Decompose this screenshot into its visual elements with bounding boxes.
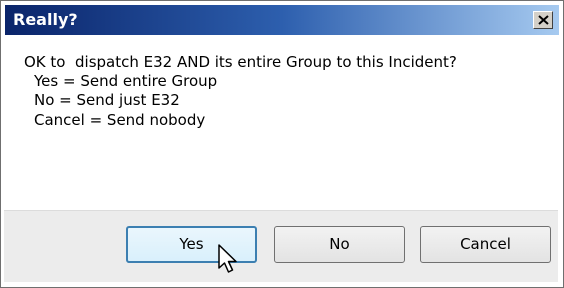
title-bar[interactable]: Really? — [5, 5, 559, 35]
dialog-title: Really? — [13, 10, 78, 29]
message-line-yes: Yes = Send entire Group — [34, 72, 218, 90]
button-bar: Yes No Cancel — [4, 210, 558, 282]
no-button[interactable]: No — [274, 226, 405, 263]
cancel-button[interactable]: Cancel — [420, 226, 551, 263]
message-line-no: No = Send just E32 — [34, 91, 180, 109]
close-icon — [538, 15, 549, 25]
arrow-pointer-icon — [218, 244, 237, 273]
message-line-question: OK to dispatch E32 AND its entire Group … — [24, 53, 457, 71]
message-line-cancel: Cancel = Send nobody — [34, 111, 206, 129]
close-button[interactable] — [533, 11, 553, 29]
